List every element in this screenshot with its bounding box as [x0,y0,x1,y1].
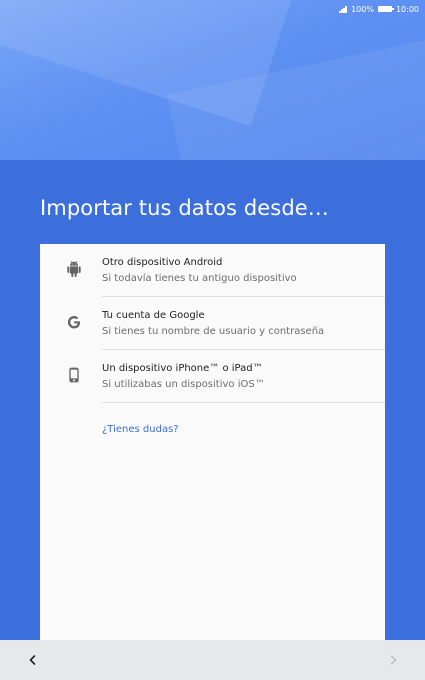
android-icon [66,261,82,277]
chevron-right-icon[interactable] [383,650,403,670]
phone-icon [66,367,82,383]
signal-icon [339,5,347,13]
option-title: Tu cuenta de Google [102,310,205,321]
chevron-left-icon[interactable] [22,650,42,670]
status-bar: 100% 10:00 [339,0,419,18]
import-options-card: Otro dispositivo Android Si todavía tien… [40,244,385,640]
battery-percent: 100% [351,4,374,14]
page-title: Importar tus datos desde… [40,196,329,220]
setup-screen: 100% 10:00 Importar tus datos desde… Otr… [0,0,425,680]
hero-banner [0,0,425,160]
option-google-account[interactable]: Tu cuenta de Google Si tienes tu nombre … [40,297,385,350]
google-icon [66,314,82,330]
option-ios-device[interactable]: Un dispositivo iPhone™ o iPad™ Si utiliz… [40,350,385,403]
navigation-bar [0,640,425,680]
option-subtitle: Si tienes tu nombre de usuario y contras… [102,326,325,337]
option-subtitle: Si todavía tienes tu antiguo dispositivo [102,273,297,284]
help-link[interactable]: ¿Tienes dudas? [102,424,179,435]
divider [102,402,385,403]
option-android-device[interactable]: Otro dispositivo Android Si todavía tien… [40,244,385,297]
option-title: Otro dispositivo Android [102,257,223,268]
option-subtitle: Si utilizabas un dispositivo iOS™ [102,379,265,390]
battery-icon [377,6,394,12]
clock: 10:00 [395,4,419,14]
option-title: Un dispositivo iPhone™ o iPad™ [102,363,263,374]
